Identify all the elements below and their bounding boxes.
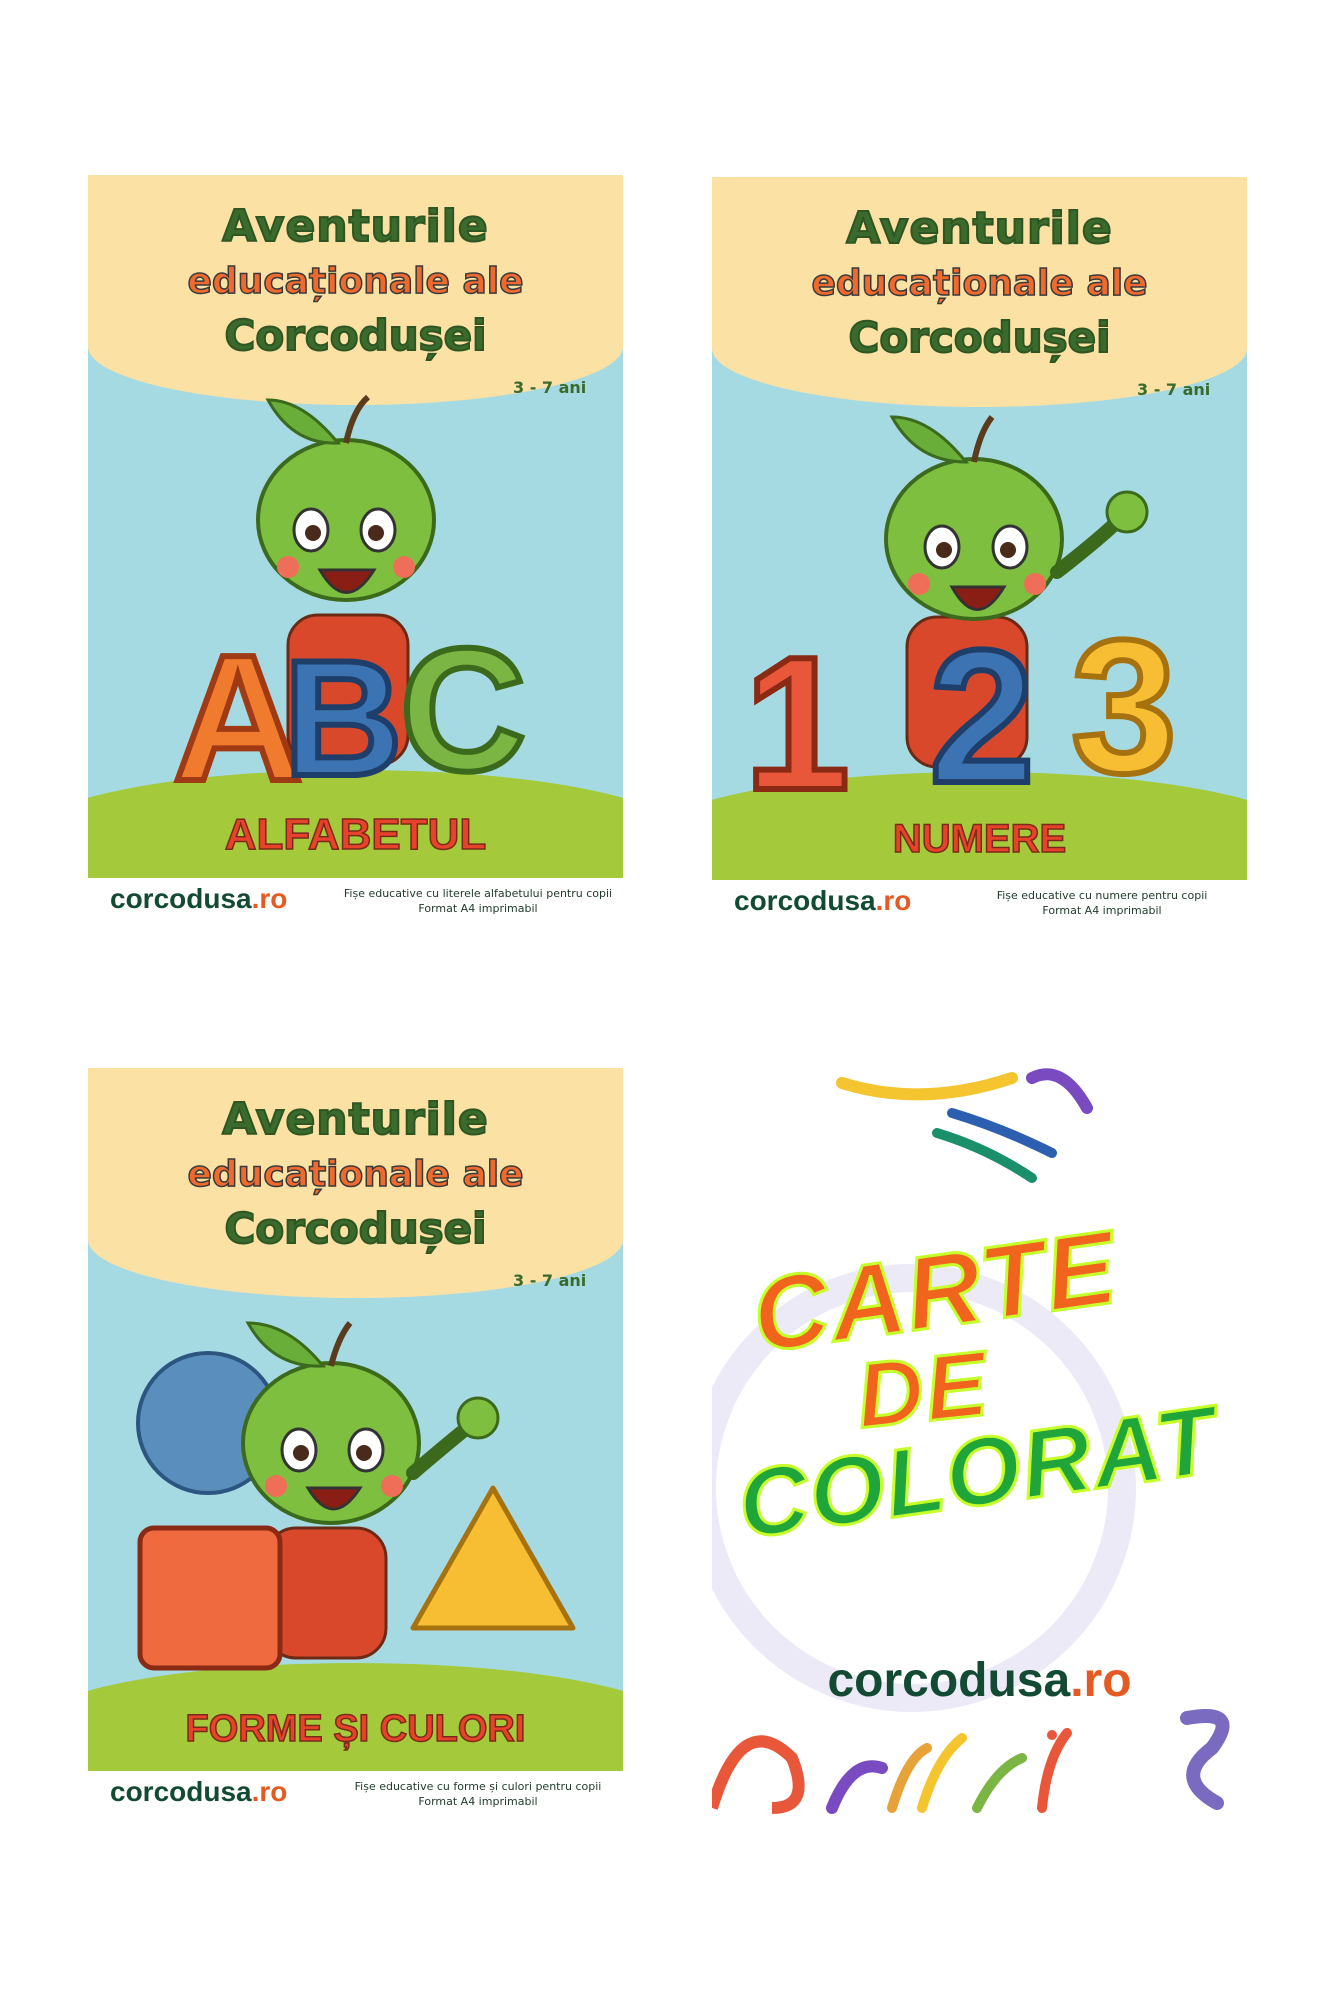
cover-description: Fișe educative cu forme și culori pentru… xyxy=(354,1780,602,1808)
square-shape-icon xyxy=(137,1525,283,1671)
brand-logo[interactable]: corcodusa.ro xyxy=(110,1776,287,1808)
cover-numere[interactable]: Aventurile educaționale ale Corcodușei 3… xyxy=(712,177,1247,925)
cover-forme-si-culori[interactable]: Aventurile educaționale ale Corcodușei 3… xyxy=(88,1068,623,1816)
subject-title: ALFABETUL xyxy=(224,809,487,860)
brand-logo[interactable]: corcodusa.ro xyxy=(110,883,287,915)
brand-logo[interactable]: corcodusa.ro xyxy=(734,885,911,917)
mascot-body xyxy=(264,1526,388,1660)
glyph-2: 2 xyxy=(929,611,1035,823)
number-blocks: 1 2 3 xyxy=(741,598,1180,833)
subject-title: FORME ȘI CULORI xyxy=(185,1707,526,1751)
glyph-1: 1 xyxy=(744,618,850,830)
cover-description: Fișe educative cu numere pentru copii For… xyxy=(996,889,1208,917)
shapes-scene xyxy=(136,1321,576,1671)
subject-title: NUMERE xyxy=(892,816,1067,862)
glyph-b: B xyxy=(283,626,402,810)
triangle-shape-icon xyxy=(410,1485,576,1631)
cover-carte-de-colorat[interactable]: CARTE DE COLORAT corcodusa.ro xyxy=(712,1068,1247,1825)
cover-description: Fișe educative cu literele alfabetului p… xyxy=(343,887,613,915)
glyph-3: 3 xyxy=(1071,601,1177,813)
cover-alfabetul[interactable]: Aventurile educaționale ale Corcodușei 3… xyxy=(88,175,623,923)
brand-logo[interactable]: corcodusa.ro xyxy=(712,1653,1247,1708)
glyph-c: C xyxy=(400,613,526,808)
letter-blocks: A B C xyxy=(170,610,529,822)
